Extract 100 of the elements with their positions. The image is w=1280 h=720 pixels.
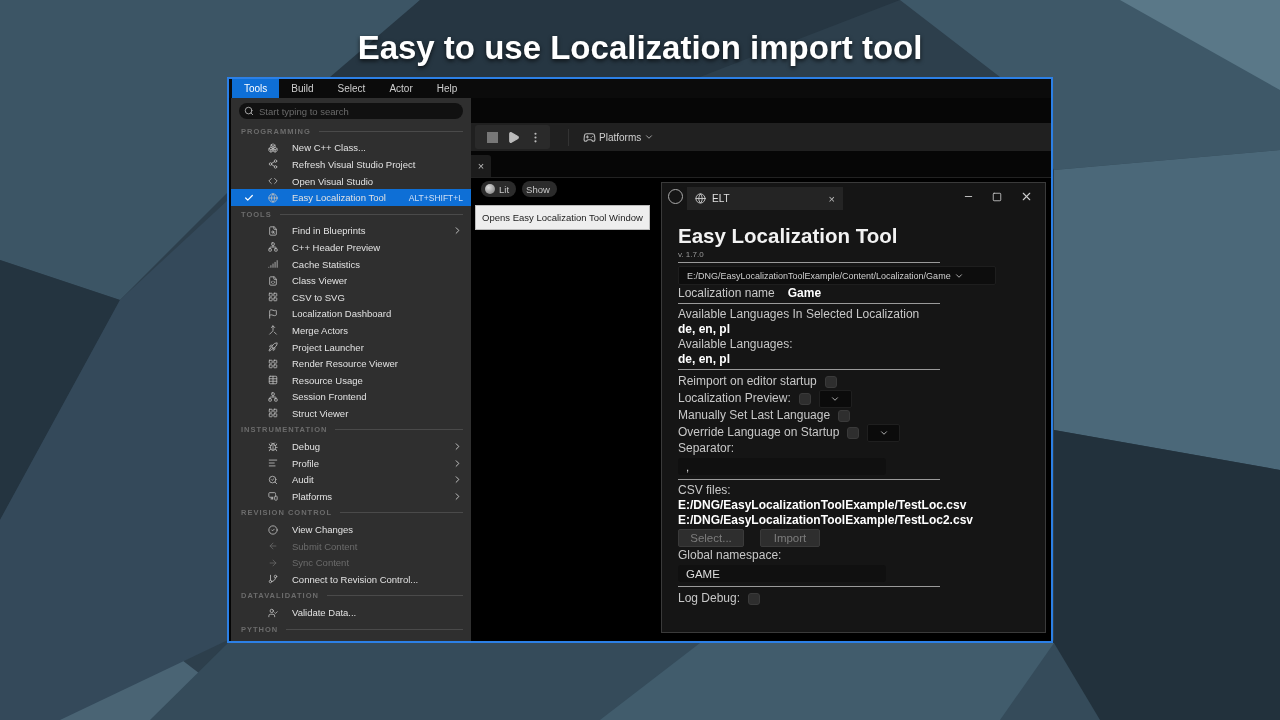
- menu-item[interactable]: Session Frontend: [231, 388, 471, 406]
- tab-close[interactable]: ×: [471, 155, 491, 177]
- headline: Easy to use Localization import tool: [357, 28, 923, 68]
- field-value: E:/DNG/EasyLocalizationToolExample/TestLoc2.csv: [678, 513, 974, 528]
- option-label: Reimport on editor startup: [678, 374, 817, 389]
- menu-item[interactable]: Project Launcher: [231, 338, 471, 356]
- menu-bar-item[interactable]: Build: [279, 79, 326, 98]
- flag-icon: [268, 308, 278, 319]
- merge-icon: [268, 325, 278, 336]
- field-label: Separator:: [678, 441, 736, 456]
- menu-item[interactable]: Class Viewer: [231, 272, 471, 289]
- globe-icon: [695, 193, 706, 204]
- table-icon: [268, 375, 278, 386]
- menu-bar-item[interactable]: Help: [424, 79, 470, 98]
- field-label: CSV files:: [678, 483, 732, 498]
- checkbox[interactable]: [838, 409, 851, 422]
- menu-item[interactable]: Render Resource Viewer: [231, 355, 471, 372]
- gamepad-icon: [583, 130, 596, 144]
- menu-bar-item[interactable]: Select: [325, 79, 378, 98]
- checkbox[interactable]: [847, 426, 860, 439]
- boxes-icon: [268, 142, 278, 153]
- menu-item[interactable]: Localization Dashboard: [231, 305, 471, 323]
- viewport-pill[interactable]: Lit: [481, 181, 517, 197]
- lines-icon: [268, 458, 278, 469]
- grid-icon: [268, 358, 278, 369]
- share-icon: [268, 159, 278, 170]
- rocket-icon: [268, 342, 278, 352]
- chevron-down-icon: [644, 132, 655, 142]
- menu-item[interactable]: New C++ Class...: [231, 139, 471, 157]
- shortcut-text: ALT+SHIFT+L: [408, 192, 463, 203]
- check-circle-icon: [268, 524, 278, 535]
- platforms-button[interactable]: Platforms: [568, 128, 659, 146]
- close-icon[interactable]: [1020, 190, 1033, 203]
- menu-item[interactable]: Open Visual Studio: [231, 172, 471, 190]
- option-label: Override Language on Startup: [678, 425, 840, 440]
- window-tab[interactable]: ELT ×: [687, 187, 843, 210]
- bar-chart-icon: [268, 259, 278, 270]
- field-value: de, en, pl: [678, 322, 731, 337]
- field-value: E:/DNG/EasyLocalizationToolExample/TestLoc.csv: [678, 498, 968, 513]
- menu-item[interactable]: Merge Actors: [231, 322, 471, 339]
- option-label: Manually Set Last Language: [678, 408, 831, 423]
- bug-icon: [268, 441, 278, 452]
- file-code-icon: [268, 275, 278, 286]
- search-icon: [268, 474, 278, 485]
- grid-icon: [268, 408, 278, 419]
- tooltip: Opens Easy Localization Tool Window: [475, 205, 650, 230]
- field-label: Global namespace:: [678, 548, 783, 563]
- menu-bar-item[interactable]: Tools: [232, 79, 280, 98]
- menu-item[interactable]: Resource Usage: [231, 371, 471, 389]
- network-icon: [268, 391, 278, 402]
- menu-item[interactable]: Debug: [231, 438, 471, 455]
- menu-item[interactable]: Profile: [231, 454, 471, 472]
- play-icon[interactable]: [507, 130, 520, 144]
- menu-bar-item[interactable]: Actor: [377, 79, 425, 98]
- menu-item[interactable]: Easy Localization Tool ALT+SHIFT+L: [231, 189, 471, 206]
- version-text: v. 1.7.0: [678, 250, 705, 260]
- checkbox[interactable]: [824, 375, 837, 388]
- checkbox[interactable]: [748, 592, 761, 605]
- menu-item[interactable]: Validate Data...: [231, 604, 471, 621]
- field-value: de, en, pl: [678, 352, 731, 367]
- text-field[interactable]: GAME: [678, 565, 886, 582]
- grid-icon: [268, 292, 278, 303]
- viewport-pill[interactable]: Show: [522, 181, 557, 197]
- menu-item[interactable]: Struct Viewer: [231, 405, 471, 422]
- language-dropdown[interactable]: [818, 389, 852, 408]
- menu-item[interactable]: Connect to Revision Control...: [231, 571, 471, 588]
- search-field[interactable]: Start typing to search: [239, 103, 463, 119]
- branch-icon: [268, 574, 278, 585]
- network-icon: [268, 242, 278, 253]
- menu-item[interactable]: Platforms: [231, 488, 471, 505]
- menu-item[interactable]: Cache Statistics: [231, 255, 471, 273]
- field-label: Available Languages:: [678, 337, 794, 352]
- text-field[interactable]: ,: [678, 458, 886, 475]
- menu-item[interactable]: C++ Header Preview: [231, 239, 471, 256]
- language-dropdown[interactable]: [867, 423, 901, 442]
- code-icon: [268, 176, 278, 187]
- stop-icon[interactable]: [487, 131, 498, 143]
- field-label: Localization name: [678, 285, 775, 301]
- checkbox[interactable]: [798, 392, 811, 405]
- arrow-right-icon: [268, 557, 278, 568]
- tool-title: Easy Localization Tool: [678, 224, 899, 249]
- user-check-icon: [268, 607, 278, 618]
- menu-item[interactable]: Find in Blueprints: [231, 222, 471, 240]
- search-icon: [244, 106, 254, 116]
- devices-icon: [268, 491, 278, 502]
- menu-item[interactable]: Refresh Visual Studio Project: [231, 156, 471, 173]
- field-value: Game: [787, 285, 822, 301]
- arrow-left-icon: [268, 541, 278, 552]
- menu-item[interactable]: Audit: [231, 471, 471, 489]
- path-dropdown[interactable]: E:/DNG/EasyLocalizationToolExample/Content/Localization/Game: [678, 266, 996, 285]
- option-label: Log Debug:: [678, 591, 741, 606]
- maximize-icon[interactable]: [992, 191, 1002, 202]
- file-search-icon: [268, 225, 278, 236]
- globe-icon: [268, 192, 278, 203]
- option-label: Localization Preview:: [678, 391, 791, 406]
- menu-item[interactable]: CSV to SVG: [231, 288, 471, 306]
- search-input[interactable]: Start typing to search: [259, 105, 463, 117]
- check-icon: [244, 192, 254, 203]
- field-label: Available Languages In Selected Localization: [678, 307, 921, 322]
- menu-item[interactable]: View Changes: [231, 521, 471, 538]
